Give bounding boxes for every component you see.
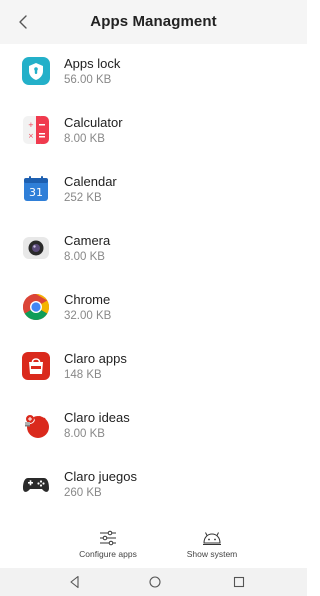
app-name: Camera [64,233,111,248]
app-bar: Apps Managment [0,0,307,44]
app-name: Apps lock [64,56,121,71]
configure-apps-label: Configure apps [79,549,137,559]
app-name: Chrome [64,292,111,307]
list-item-apps-lock[interactable]: Apps lock 56.00 KB [0,44,307,103]
app-size: 8.00 KB [64,428,105,440]
claro-ideas-icon [25,414,49,438]
app-name: Claro apps [64,351,127,366]
configure-apps-button[interactable]: Configure apps [58,530,158,559]
list-item-calculator[interactable]: + × Calculator 8.00 KB [0,103,307,162]
show-system-button[interactable]: Show system [162,530,262,559]
system-nav-bar [0,568,307,596]
claro-juegos-icon [23,478,49,492]
list-item-camera[interactable]: Camera 8.00 KB [0,221,307,280]
list-item-calendar[interactable]: 31 Calendar 252 KB [0,162,307,221]
app-name: Claro juegos [64,469,137,484]
square-recent-icon[interactable] [230,573,248,591]
app-size: 8.00 KB [64,251,105,263]
calendar-icon: 31 [24,176,48,201]
show-system-label: Show system [186,549,238,559]
app-size: 260 KB [64,487,102,499]
sliders-icon [100,530,116,546]
list-item-claro-apps[interactable]: Claro apps 148 KB [0,339,307,398]
app-list: Apps lock 56.00 KB + × Calculator 8.00 K… [0,44,307,524]
svg-text:31: 31 [29,186,43,199]
android-icon [203,532,221,545]
app-name: Calendar [64,174,117,189]
triangle-back-icon[interactable] [66,573,84,591]
svg-text:×: × [28,132,34,140]
app-size: 56.00 KB [64,74,112,86]
app-size: 252 KB [64,192,102,204]
app-size: 32.00 KB [64,310,112,322]
app-name: Claro ideas [64,410,130,425]
app-size: 8.00 KB [64,133,105,145]
list-item-chrome[interactable]: Chrome 32.00 KB [0,280,307,339]
app-name: Calculator [64,115,123,130]
page-title: Apps Managment [90,13,217,30]
apps-lock-icon [22,57,50,85]
list-item-claro-ideas[interactable]: Claro ideas 8.00 KB [0,398,307,457]
circle-home-icon[interactable] [146,573,164,591]
list-item-claro-juegos[interactable]: Claro juegos 260 KB [0,457,307,516]
chrome-icon [22,294,50,321]
svg-text:+: + [28,121,34,129]
calculator-icon: + × [23,116,49,144]
camera-icon [23,237,49,259]
app-size: 148 KB [64,369,102,381]
bottom-action-bar: Configure apps Show system [0,524,307,568]
claro-apps-icon [22,352,50,380]
